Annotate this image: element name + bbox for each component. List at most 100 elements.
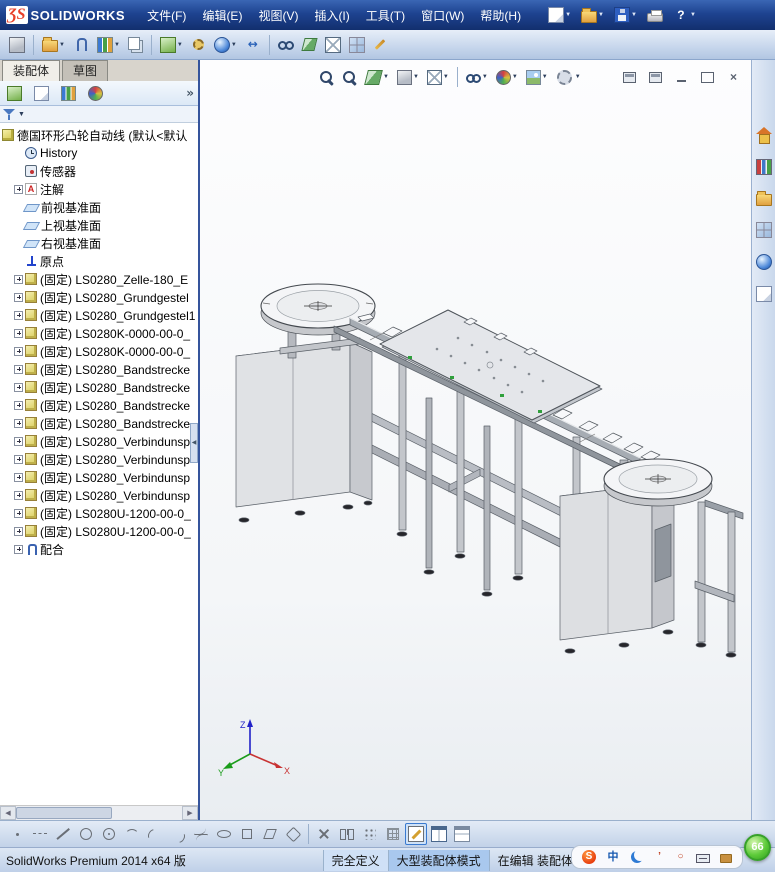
tree-item-component[interactable]: (固定) LS0280_Verbindunsp	[2, 432, 198, 450]
tree-item-component[interactable]: (固定) LS0280_Grundgestel	[2, 288, 198, 306]
print-icon[interactable]	[644, 6, 666, 25]
sketch-spline-icon[interactable]	[190, 823, 212, 845]
tree-item-mates[interactable]: 配合	[2, 540, 198, 558]
sketch-tangent-arc-icon[interactable]	[167, 823, 189, 845]
left-cabinet[interactable]	[235, 341, 373, 523]
tree-item-component[interactable]: (固定) LS0280U-1200-00-0_	[2, 504, 198, 522]
design-library-icon[interactable]	[753, 156, 775, 178]
3d-sketch-icon[interactable]	[451, 823, 473, 845]
tree-item-component[interactable]: (固定) LS0280U-1200-00-0_	[2, 522, 198, 540]
tree-item-component[interactable]: (固定) LS0280_Bandstrecke	[2, 414, 198, 432]
dropdown-arrow-icon[interactable]: ▼	[565, 12, 571, 18]
file-explorer-icon[interactable]	[753, 188, 775, 209]
copy-with-mates-icon[interactable]	[125, 34, 146, 55]
tab-assembly[interactable]: 装配体	[2, 60, 61, 81]
model-view[interactable]	[200, 60, 751, 820]
expander-icon[interactable]	[14, 400, 23, 410]
dropdown-arrow-icon[interactable]: ▼	[231, 42, 237, 48]
hide-show-items-icon[interactable]: ▼	[463, 67, 491, 88]
tree-item-origin[interactable]: 原点	[2, 252, 198, 270]
doc-maximize-icon[interactable]	[698, 69, 717, 86]
right-rotary-table[interactable]	[603, 458, 713, 507]
sketch-centerline-icon[interactable]	[29, 823, 51, 845]
sketch-rectangle-icon[interactable]	[236, 823, 258, 845]
section-view-icon[interactable]: ▼	[362, 66, 392, 89]
dropdown-arrow-icon[interactable]: ▼	[114, 42, 120, 48]
tree-item-annotations[interactable]: 注解	[2, 180, 198, 198]
expander-icon[interactable]	[14, 364, 23, 374]
expander-icon[interactable]	[14, 508, 23, 518]
propertymanager-tab-icon[interactable]	[31, 83, 52, 104]
expand-panel-icon[interactable]: »	[186, 87, 194, 99]
scroll-left-icon[interactable]: ◀	[0, 806, 16, 820]
view-orientation-icon[interactable]: ▼	[394, 67, 422, 88]
zoom-fit-icon[interactable]	[316, 67, 337, 88]
tree-item-component[interactable]: (固定) LS0280_Verbindunsp	[2, 486, 198, 504]
dropdown-arrow-icon[interactable]: ▼	[631, 12, 637, 18]
zoom-area-icon[interactable]	[339, 67, 360, 88]
expander-icon[interactable]	[14, 382, 23, 392]
sketch-polygon-icon[interactable]	[282, 823, 304, 845]
expander-icon[interactable]	[14, 490, 23, 500]
tree-item-component[interactable]: (固定) LS0280_Grundgestel1	[2, 306, 198, 324]
dropdown-arrow-icon[interactable]: ▼	[59, 42, 65, 48]
sketch-trim-icon[interactable]	[313, 823, 335, 845]
grid-snap-icon[interactable]	[382, 823, 404, 845]
view-palette-icon[interactable]	[753, 219, 775, 241]
menu-edit[interactable]: 编辑(E)	[194, 4, 250, 27]
dimxpertmanager-tab-icon[interactable]	[85, 83, 106, 104]
dropdown-arrow-icon[interactable]: ▼	[575, 74, 581, 80]
scroll-right-icon[interactable]: ▶	[182, 806, 198, 820]
menu-tools[interactable]: 工具(T)	[358, 4, 413, 27]
appearances-scenes-icon[interactable]	[753, 251, 775, 273]
tree-item-root[interactable]: 德国环形凸轮自动线 (默认<默认	[2, 126, 198, 144]
open-document-icon[interactable]: ▼	[578, 5, 607, 26]
ime-width-icon[interactable]: ○	[672, 847, 689, 867]
dropdown-arrow-icon[interactable]: ▼	[383, 74, 389, 80]
expander-icon[interactable]	[14, 346, 23, 356]
custom-properties-icon[interactable]	[753, 283, 775, 305]
mate-icon[interactable]	[70, 34, 92, 56]
sketch-arc-icon[interactable]	[121, 823, 143, 845]
featuremanager-tab-icon[interactable]	[4, 83, 25, 104]
scrollbar-track[interactable]	[16, 806, 182, 820]
speed-ball-widget[interactable]: 66	[744, 834, 771, 861]
insert-component-icon[interactable]: ▼	[39, 34, 68, 55]
tree-item-component[interactable]: (固定) LS0280K-0000-00-0_	[2, 324, 198, 342]
ime-punct-icon[interactable]: ’	[651, 847, 668, 867]
expander-icon[interactable]	[14, 328, 23, 338]
sogou-logo-icon[interactable]: S	[579, 847, 599, 867]
apply-scene-icon[interactable]: ▼	[523, 67, 551, 88]
sketch-line-icon[interactable]	[52, 823, 74, 845]
sketch-icon[interactable]	[405, 823, 427, 845]
expander-icon[interactable]	[14, 454, 23, 464]
tree-item-component[interactable]: (固定) LS0280_Bandstrecke	[2, 396, 198, 414]
show-hidden-components-icon[interactable]	[275, 34, 297, 56]
panel-collapse-handle[interactable]: ◀	[190, 423, 198, 463]
edit-appearance-icon[interactable]: ▼	[493, 67, 521, 88]
right-stand[interactable]	[694, 499, 744, 658]
tree-item-top-plane[interactable]: 上视基准面	[2, 216, 198, 234]
component-pattern-icon[interactable]: ▼	[94, 34, 123, 56]
sketch-perimeter-circle-icon[interactable]	[98, 823, 120, 845]
tree-item-sensors[interactable]: 传感器	[2, 162, 198, 180]
tree-item-component[interactable]: (固定) LS0280_Bandstrecke	[2, 378, 198, 396]
sketch-mirror-icon[interactable]	[336, 823, 358, 845]
expander-icon[interactable]	[14, 274, 23, 284]
menu-insert[interactable]: 插入(I)	[306, 4, 357, 27]
menu-help[interactable]: 帮助(H)	[472, 4, 529, 27]
sketch-pattern-icon[interactable]	[359, 823, 381, 845]
help-icon[interactable]: ? ▼	[670, 4, 699, 26]
dropdown-arrow-icon[interactable]: ▼	[413, 74, 419, 80]
save-icon[interactable]: ▼	[611, 4, 640, 26]
exploded-view-icon[interactable]	[322, 34, 344, 56]
doc-close-icon[interactable]: ×	[724, 69, 743, 86]
expander-icon[interactable]	[14, 418, 23, 428]
dropdown-arrow-icon[interactable]: ▼	[443, 74, 449, 80]
expander-icon[interactable]	[14, 184, 23, 194]
scrollbar-thumb[interactable]	[16, 807, 113, 819]
tree-item-history[interactable]: History	[2, 144, 198, 162]
ime-cn-icon[interactable]: 中	[603, 847, 623, 867]
reference-geometry-icon[interactable]: ▼	[211, 34, 240, 56]
expander-icon[interactable]	[14, 310, 23, 320]
